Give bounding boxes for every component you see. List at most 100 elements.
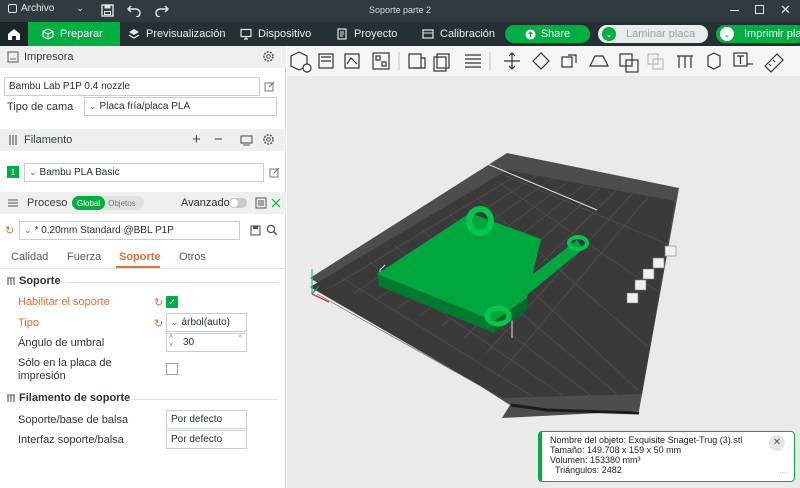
cube-icon	[42, 28, 54, 40]
bed-type-select[interactable]: ⌄ Placa fría/placa PLA	[84, 97, 277, 116]
lay-on-face-icon[interactable]	[589, 55, 609, 67]
filament-section-header: Filamento + −	[0, 129, 286, 151]
subtab-quality[interactable]: Calidad	[11, 251, 48, 263]
print-plate-button[interactable]: ⌄ Imprimir pla	[716, 25, 800, 43]
threshold-angle-input[interactable]: ˄ ˅ 30 °	[166, 333, 247, 352]
split-objects-icon[interactable]	[408, 53, 426, 69]
subtab-divider	[0, 268, 286, 269]
threshold-unit: °	[238, 334, 242, 343]
maximize-icon[interactable]	[755, 5, 764, 14]
support-group-rule	[66, 282, 278, 283]
gear-icon[interactable]	[262, 50, 275, 63]
support-base-label: Soporte/base de balsa	[18, 414, 129, 426]
scale-icon[interactable]	[561, 54, 577, 68]
process-icon	[7, 197, 19, 209]
toggle-objects[interactable]: Objetos	[105, 199, 136, 208]
seam-paint-icon[interactable]	[707, 52, 721, 70]
toggle-global[interactable]: Global	[72, 196, 106, 210]
support-group-icon	[6, 276, 16, 286]
add-icon[interactable]: +	[192, 131, 201, 148]
search-icon[interactable]	[266, 224, 278, 236]
support-interface-select[interactable]: Por defecto	[166, 430, 247, 449]
calibration-icon	[422, 29, 434, 39]
process-section-title: Proceso	[27, 197, 68, 209]
cut-icon[interactable]	[619, 53, 639, 73]
split-parts-icon[interactable]	[433, 53, 450, 72]
on-plate-only-label: Sólo en la placa de impresión	[18, 357, 112, 382]
tab-device[interactable]: Dispositivo	[240, 22, 311, 46]
slice-dropdown-icon[interactable]: ⌄	[602, 27, 616, 41]
printer-select[interactable]: Bambu Lab P1P 0.4 nozzle	[4, 77, 260, 96]
list-view-icon[interactable]	[255, 197, 267, 209]
share-label: Share	[540, 28, 571, 40]
home-button[interactable]	[0, 22, 28, 46]
window-title: Soporte parte 2	[368, 5, 432, 15]
close-icon[interactable]: ✕	[769, 435, 785, 451]
add-object-icon[interactable]	[290, 51, 312, 73]
subtab-others[interactable]: Otros	[179, 251, 206, 263]
support-type-value: árbol(auto)	[181, 317, 230, 328]
filament-edit-icon[interactable]	[269, 167, 280, 178]
compare-icon[interactable]	[270, 197, 282, 209]
share-button[interactable]: Share	[505, 25, 590, 43]
3d-viewport[interactable]	[287, 46, 800, 488]
minimize-icon[interactable]	[730, 10, 739, 11]
edit-icon[interactable]	[264, 81, 275, 92]
object-volume-line: Volumen: 153380 mm³	[550, 455, 641, 465]
filament-name: Bambu PLA Basic	[39, 167, 120, 178]
object-triangles-line: Triángulos: 2482	[555, 465, 622, 475]
process-section-header: Proceso Global Objetos Avanzado	[0, 192, 286, 214]
add-plate-icon[interactable]	[318, 53, 334, 69]
tab-prepare[interactable]: Preparar	[28, 22, 120, 46]
auto-orient-icon[interactable]	[344, 53, 360, 69]
support-base-value: Por defecto	[171, 414, 223, 425]
tab-preview[interactable]: Previsualización	[128, 22, 225, 46]
tab-calibration[interactable]: Calibración	[422, 22, 495, 46]
enable-support-reset-icon[interactable]: ↻	[154, 296, 163, 309]
reset-icon[interactable]: ↻	[5, 224, 14, 237]
threshold-angle-value: 30	[183, 337, 195, 348]
move-icon[interactable]	[504, 52, 520, 70]
support-group-title: Soporte	[19, 275, 61, 287]
tab-project[interactable]: Proyecto	[336, 22, 397, 46]
profile-save-icon[interactable]	[250, 225, 261, 236]
stepper-arrows[interactable]: ˄ ˅	[169, 334, 173, 350]
support-filament-icon	[6, 393, 16, 403]
slice-plate-button[interactable]: ⌄ Laminar placa	[598, 25, 708, 43]
enable-support-checkbox[interactable]: ✓	[166, 296, 178, 308]
tab-project-label: Proyecto	[354, 28, 398, 40]
on-plate-only-checkbox[interactable]	[166, 363, 178, 375]
subtab-strength[interactable]: Fuerza	[67, 251, 101, 263]
support-filament-rule	[126, 399, 278, 400]
print-dropdown-icon[interactable]: ⌄	[720, 27, 734, 41]
filament-slot-badge[interactable]: 1	[7, 166, 19, 178]
sync-icon[interactable]	[240, 134, 253, 146]
close-window-icon[interactable]: ✕	[780, 2, 791, 18]
support-paint-icon[interactable]	[677, 55, 693, 68]
more-icon[interactable]: …	[779, 466, 787, 476]
object-info-panel: Nombre del objeto: Exquisite Snaget-Trug…	[538, 431, 795, 482]
global-objects-toggle[interactable]: Global Objetos	[72, 196, 144, 210]
filament-select[interactable]: ⌄ Bambu PLA Basic	[24, 163, 264, 182]
main-tab-bar: Preparar Previsualización Dispositivo Pr…	[0, 22, 800, 46]
measure-icon[interactable]	[764, 53, 784, 73]
support-type-select[interactable]: ⌄ árbol(auto)	[166, 313, 247, 332]
filament-gear-icon[interactable]	[262, 133, 275, 146]
rotate-icon[interactable]	[532, 52, 550, 70]
layer-view-icon[interactable]	[465, 54, 481, 68]
remove-icon[interactable]: −	[214, 131, 223, 148]
chevron-down-icon: ⌄	[89, 101, 97, 111]
arrange-icon[interactable]	[372, 52, 390, 70]
print-plate-label: Imprimir pla	[744, 28, 800, 40]
support-base-select[interactable]: Por defecto	[166, 410, 247, 429]
mesh-boolean-icon[interactable]	[647, 53, 664, 70]
tab-prepare-label: Preparar	[60, 28, 103, 40]
text-tool-icon[interactable]	[733, 52, 753, 67]
subtab-support[interactable]: Soporte	[119, 251, 161, 263]
advanced-switch[interactable]	[229, 198, 247, 208]
process-profile-select[interactable]: ⌄ * 0.20mm Standard @BBL P1P	[19, 221, 240, 240]
tab-device-label: Dispositivo	[258, 28, 312, 40]
support-type-reset-icon[interactable]: ↻	[154, 317, 163, 330]
threshold-angle-label: Ángulo de umbral	[18, 337, 105, 349]
viewport-toolbar	[287, 46, 800, 76]
